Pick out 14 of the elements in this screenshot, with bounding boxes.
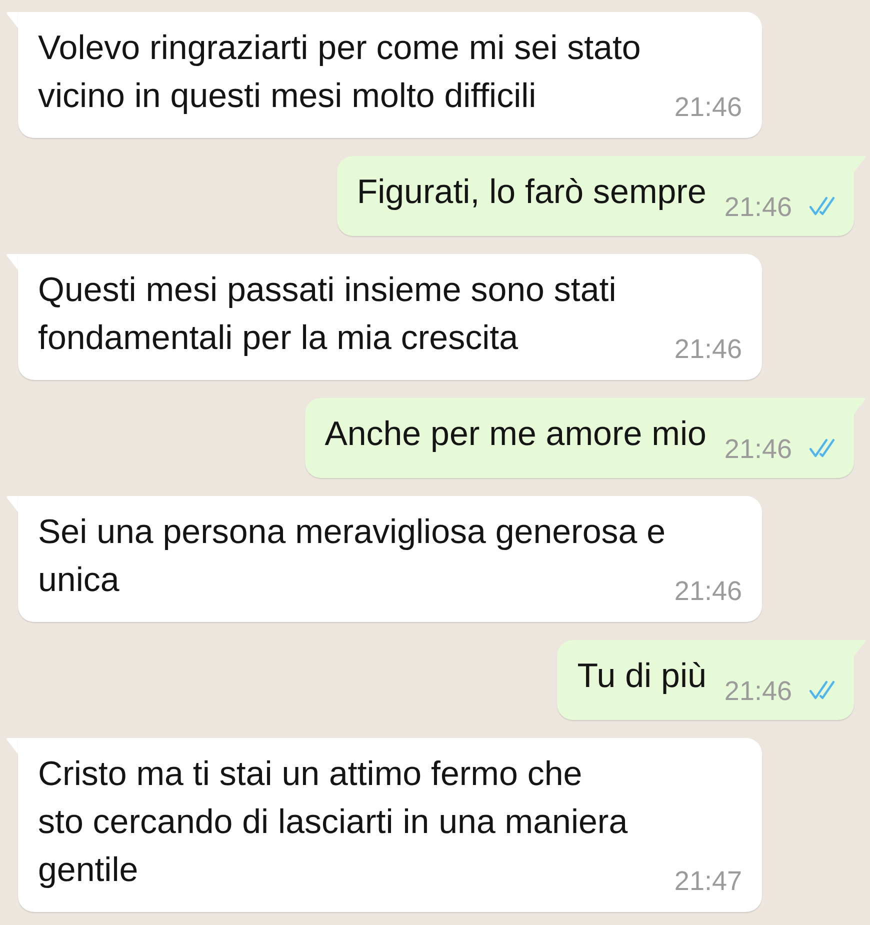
message-time: 21:46 [674,334,742,364]
message-text: Tu di più [577,656,706,697]
message-text: Sei una persona meravigliosa generosa e unica [38,512,666,601]
message-time: 21:46 [724,434,792,464]
message-text: Questi mesi passati insieme sono stati fondamentali per la mia crescita [38,270,616,359]
message-text: Anche per me amore mio [324,414,706,455]
message-time: 21:46 [674,92,742,122]
message-time: 21:46 [674,576,742,606]
message-text: Cristo ma ti stai un attimo fermo che sto cercando di lasciarti in una maniera gentile [38,754,628,891]
message-text: Figurati, lo farò sempre [356,172,706,213]
message-time: 21:46 [724,676,792,706]
message-text: Volevo ringraziarti per come mi sei stato vicino in questi mesi molto difficili [38,28,641,117]
message-time: 21:46 [724,192,792,222]
message-time: 21:47 [674,866,742,896]
